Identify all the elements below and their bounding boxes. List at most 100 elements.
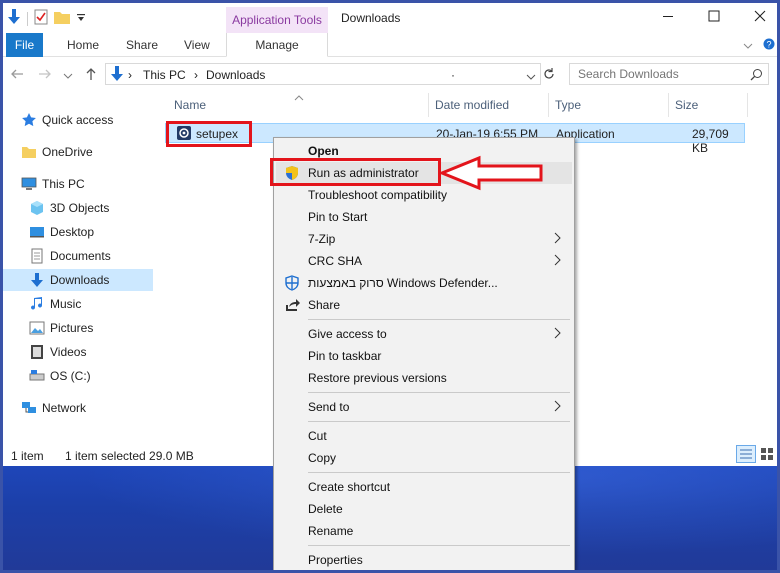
nav-os-c[interactable]: OS (C:) [3,365,153,387]
menu-item-share[interactable]: Share [276,294,572,316]
menu-label: 7-Zip [308,232,336,246]
menu-separator [308,545,570,546]
menu-label: Send to [308,400,350,414]
documents-icon [29,248,45,264]
expand-ribbon-icon[interactable] [743,39,753,53]
nav-downloads[interactable]: Downloads [3,269,153,291]
tab-file[interactable]: File [6,33,43,57]
nav-this-pc[interactable]: This PC [3,173,153,195]
nav-onedrive[interactable]: OneDrive [3,141,153,163]
menu-item-restore-versions[interactable]: Restore previous versions [276,367,572,389]
menu-item-properties[interactable]: Properties [276,549,572,570]
column-divider[interactable] [668,93,669,117]
qat-divider [27,11,28,26]
tab-share[interactable]: Share [126,33,158,57]
menu-item-defender-scan[interactable]: סרוק באמצעות Windows Defender... [276,272,572,294]
address-field[interactable]: › This PC › Downloads · [105,63,541,85]
nav-label: Videos [50,345,87,359]
nav-pictures[interactable]: Pictures [3,317,153,339]
nav-videos[interactable]: Videos [3,341,153,363]
new-folder-icon[interactable] [54,10,70,27]
forward-icon[interactable] [37,66,53,82]
nav-quick-access[interactable]: Quick access [3,109,153,131]
navigation-pane: Quick access OneDrive This PC 3D Objects [3,93,155,443]
menu-item-pin-to-start[interactable]: Pin to Start [276,206,572,228]
customize-qat-icon[interactable] [76,11,86,26]
menu-separator [308,472,570,473]
menu-separator [308,392,570,393]
nav-label: Quick access [42,113,114,127]
column-date-modified[interactable]: Date modified [435,98,509,112]
search-icon[interactable] [750,68,763,84]
nav-label: Network [42,401,87,415]
address-dot: · [451,68,455,82]
window-title: Downloads [341,11,401,25]
menu-item-delete[interactable]: Delete [276,498,572,520]
menu-item-create-shortcut[interactable]: Create shortcut [276,476,572,498]
nav-label: OS (C:) [50,369,91,383]
column-type[interactable]: Type [555,98,581,112]
pictures-icon [29,320,45,336]
title-bar: Application Tools Downloads [3,3,777,33]
large-icons-view-icon[interactable] [760,447,774,464]
application-tools-header: Application Tools [226,7,328,33]
menu-item-send-to[interactable]: Send to [276,396,572,418]
search-box[interactable] [569,63,769,85]
menu-label: Copy [308,451,337,465]
nav-label: Pictures [50,321,94,335]
svg-text:?: ? [766,40,771,50]
column-divider[interactable] [428,93,429,117]
menu-label: סרוק באמצעות Windows Defender... [308,276,498,290]
search-input[interactable] [570,64,740,84]
menu-label: Give access to [308,327,387,341]
desktop-icon [29,224,45,240]
address-bar-row: › This PC › Downloads · [3,58,777,90]
download-arrow-icon[interactable] [7,9,21,28]
tab-home[interactable]: Home [67,33,99,57]
menu-item-cut[interactable]: Cut [276,425,572,447]
computer-icon [21,176,37,192]
properties-check-icon[interactable] [34,9,48,28]
menu-item-7zip[interactable]: 7-Zip [276,228,572,250]
menu-item-crc-sha[interactable]: CRC SHA [276,250,572,272]
menu-item-copy[interactable]: Copy [276,447,572,469]
annotation-box-run-as-admin [270,158,441,186]
back-icon[interactable] [9,66,25,82]
nav-3d-objects[interactable]: 3D Objects [3,197,153,219]
close-icon[interactable] [753,9,767,23]
annotation-box-file [166,121,252,147]
minimize-icon[interactable] [661,9,675,23]
nav-music[interactable]: Music [3,293,153,315]
column-size[interactable]: Size [675,98,698,112]
nav-desktop[interactable]: Desktop [3,221,153,243]
context-menu: Open Run as administrator Troubleshoot c… [273,137,575,570]
details-view-icon[interactable] [736,445,756,463]
help-icon[interactable]: ? [763,38,775,53]
nav-label: Downloads [50,273,110,287]
menu-item-rename[interactable]: Rename [276,520,572,542]
column-name[interactable]: Name [174,98,206,112]
star-icon [21,112,37,128]
refresh-icon[interactable] [542,67,558,83]
menu-item-give-access[interactable]: Give access to [276,323,572,345]
submenu-arrow-icon [554,327,564,341]
nav-documents[interactable]: Documents [3,245,153,267]
column-divider[interactable] [548,93,549,117]
tab-view[interactable]: View [184,33,210,57]
menu-label: Share [308,298,341,312]
download-icon [29,272,45,288]
nav-network[interactable]: Network [3,397,153,419]
screenshot-frame: Application Tools Downloads File Home Sh… [0,0,780,573]
menu-item-pin-to-taskbar[interactable]: Pin to taskbar [276,345,572,367]
address-dropdown-icon[interactable] [526,70,536,84]
music-icon [29,296,45,312]
nav-label: Documents [50,249,111,263]
breadcrumb-this-pc[interactable]: This PC [143,68,186,82]
menu-label: Pin to Start [308,210,368,224]
up-icon[interactable] [83,66,99,82]
maximize-icon[interactable] [707,9,721,23]
breadcrumb-downloads[interactable]: Downloads [206,68,265,82]
column-divider[interactable] [747,93,748,117]
tab-manage[interactable]: Manage [226,33,328,57]
recent-locations-icon[interactable] [63,69,79,85]
